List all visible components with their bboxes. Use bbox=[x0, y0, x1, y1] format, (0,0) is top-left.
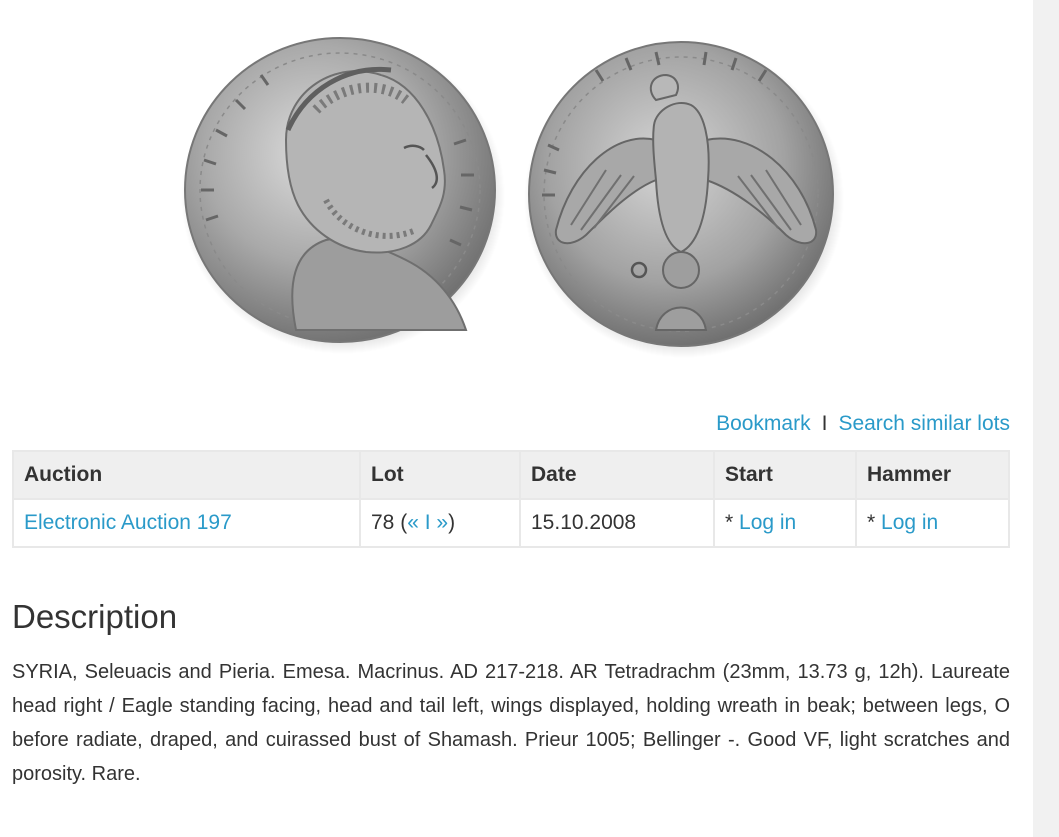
header-auction: Auction bbox=[12, 450, 361, 500]
cell-start: * Log in bbox=[713, 498, 857, 548]
hammer-prefix: * bbox=[867, 511, 882, 534]
search-similar-lots-link[interactable]: Search similar lots bbox=[838, 412, 1010, 435]
scrollbar-track[interactable] bbox=[1033, 0, 1059, 837]
cell-date: 15.10.2008 bbox=[519, 498, 715, 548]
bookmark-link[interactable]: Bookmark bbox=[716, 412, 811, 435]
coin-obverse-image[interactable] bbox=[181, 37, 505, 354]
actions-separator: I bbox=[821, 412, 828, 435]
lot-actions: Bookmark I Search similar lots bbox=[716, 410, 1010, 438]
table-header-row: Auction Lot Date Start Hammer bbox=[12, 450, 1010, 500]
hammer-login-link[interactable]: Log in bbox=[881, 511, 938, 534]
cell-auction: Electronic Auction 197 bbox=[12, 498, 361, 548]
header-hammer: Hammer bbox=[855, 450, 1010, 500]
start-prefix: * bbox=[725, 511, 740, 534]
lot-number: 78 ( bbox=[371, 511, 408, 534]
auction-info-table: Auction Lot Date Start Hammer Electronic… bbox=[12, 450, 1010, 548]
auction-link[interactable]: Electronic Auction 197 bbox=[24, 511, 232, 534]
next-lot-link[interactable]: » bbox=[436, 511, 448, 534]
header-lot: Lot bbox=[359, 450, 521, 500]
lot-nav-separator: I bbox=[418, 511, 437, 534]
header-date: Date bbox=[519, 450, 715, 500]
description-title: Description bbox=[12, 598, 178, 635]
cell-hammer: * Log in bbox=[855, 498, 1010, 548]
cell-lot: 78 (« I ») bbox=[359, 498, 521, 548]
coin-reverse-image[interactable] bbox=[524, 41, 844, 358]
description-text: SYRIA, Seleuacis and Pieria. Emesa. Macr… bbox=[12, 661, 1010, 785]
lot-close-paren: ) bbox=[448, 511, 456, 534]
previous-lot-link[interactable]: « bbox=[407, 511, 419, 534]
table-row: Electronic Auction 197 78 (« I ») 15.10.… bbox=[12, 498, 1010, 548]
header-start: Start bbox=[713, 450, 857, 500]
coin-images bbox=[176, 30, 846, 370]
page: Bookmark I Search similar lots Auction Lot… bbox=[0, 0, 1059, 837]
start-login-link[interactable]: Log in bbox=[739, 511, 796, 534]
